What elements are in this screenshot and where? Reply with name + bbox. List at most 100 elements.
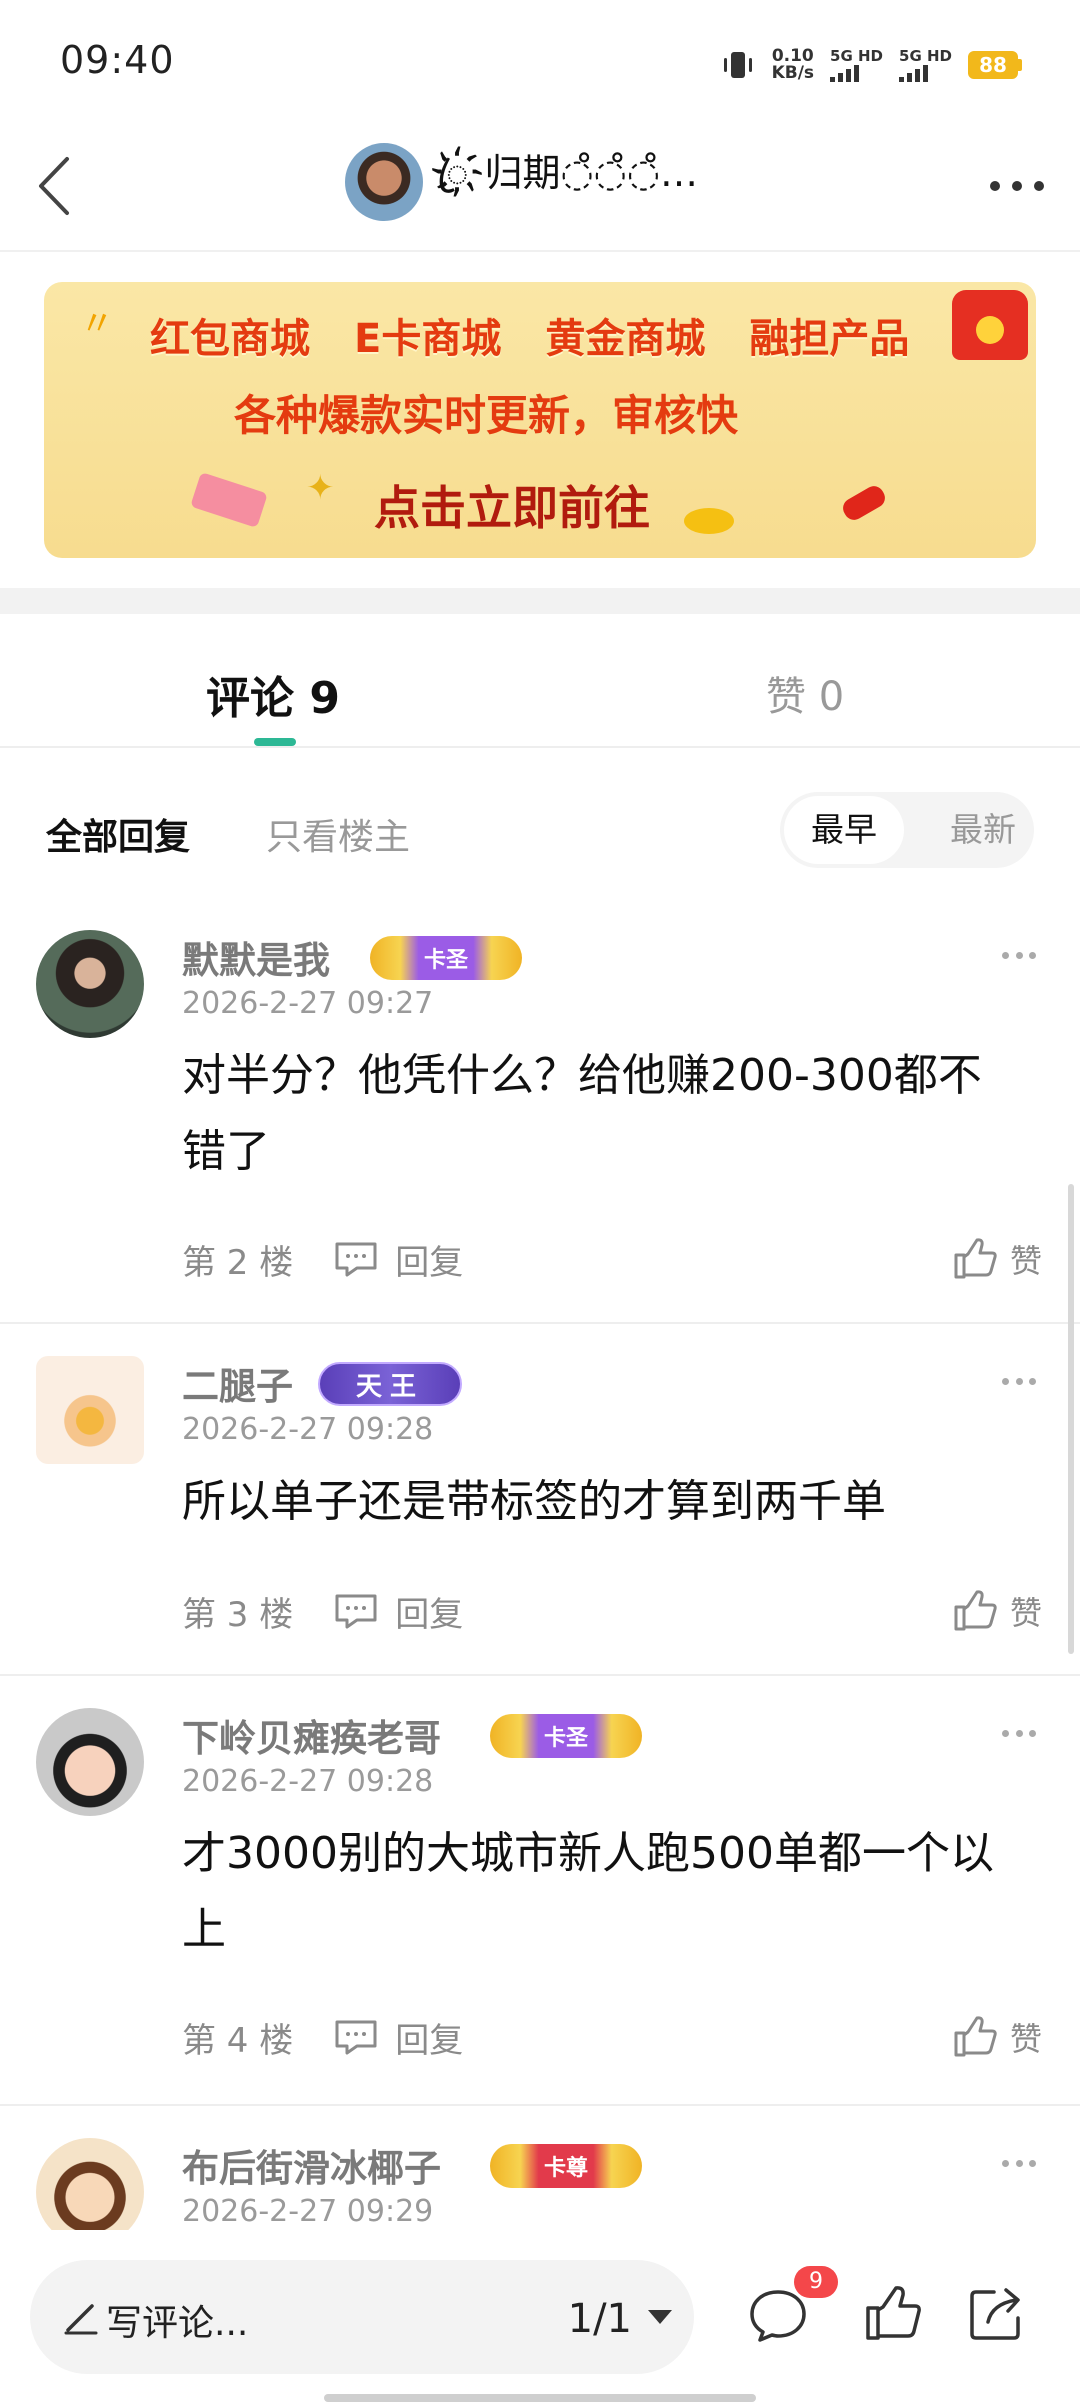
comment-more-button[interactable] — [1002, 2160, 1036, 2167]
comment-time: 2026-2-27 09:28 — [182, 1764, 434, 1799]
reply-button[interactable]: 回复 — [395, 2013, 463, 2062]
comment-more-button[interactable] — [1002, 1378, 1036, 1385]
reply-icon[interactable] — [333, 1240, 379, 1278]
comment-item: 下岭贝瘫痪老哥 卡圣 2026-2-27 09:28 才3000别的大城市新人跑… — [0, 1678, 1080, 2106]
comment-time: 2026-2-27 09:28 — [182, 1412, 434, 1447]
banner-item: 黄金商城 — [545, 316, 706, 362]
home-indicator[interactable] — [324, 2394, 756, 2402]
banner-item: 红包商城 — [150, 316, 310, 362]
floor-number: 第 3 楼 — [182, 1594, 294, 1635]
banner-cta[interactable]: 点击立即前往 — [374, 472, 650, 538]
commenter-name[interactable]: 下岭贝瘫痪老哥 — [182, 1708, 441, 1762]
comment-more-button[interactable] — [1002, 952, 1036, 959]
comment-item: 二腿子 天王 2026-2-27 09:28 所以单子还是带标签的才算到两千单 … — [0, 1326, 1080, 1676]
bottom-action-bar: 写评论... 1/1 9 — [0, 2230, 1080, 2408]
thumbs-up-icon — [954, 2016, 997, 2057]
comment-text: 才3000别的大城市新人跑500单都一个以上 — [182, 1828, 994, 1955]
burst-icon: 〃 — [80, 304, 114, 344]
more-horizontal-icon — [1002, 1730, 1009, 1737]
comment-text: 对半分？他凭什么？给他赚200-300都不错了 — [182, 1050, 982, 1177]
comment-time: 2026-2-27 09:29 — [182, 2194, 434, 2229]
floor-number: 第 4 楼 — [182, 2020, 294, 2061]
section-divider — [0, 588, 1080, 614]
more-horizontal-icon — [1002, 2160, 1009, 2167]
tab-likes[interactable]: 赞 0 — [766, 664, 844, 722]
reply-filter-bar: 全部回复 只看楼主 最早 最新 — [0, 760, 1080, 900]
like-button[interactable]: 赞 — [952, 1586, 1042, 1636]
level-badge: 天王 — [318, 1362, 462, 1406]
more-horizontal-icon — [1002, 952, 1009, 959]
status-time: 09:40 — [60, 38, 175, 82]
sparkle-icon: ✦ — [306, 468, 335, 508]
sort-toggle: 最早 最新 — [780, 792, 1034, 868]
sort-newest[interactable]: 最新 — [950, 796, 1016, 864]
level-badge: 卡圣 — [370, 936, 522, 980]
battery-level: 88 — [968, 51, 1018, 79]
promo-banner[interactable]: 〃 红包商城 E卡商城 黄金商城 融担产品 各种爆款实时更新，审核快 ✦ 点击立… — [44, 282, 1036, 558]
more-options-button[interactable] — [990, 166, 1044, 206]
vibrate-icon — [723, 52, 752, 78]
thumbs-up-icon[interactable] — [860, 2282, 924, 2346]
filter-only-op[interactable]: 只看楼主 — [266, 808, 410, 860]
caret-down-icon[interactable] — [648, 2310, 672, 2324]
back-button[interactable] — [24, 146, 84, 226]
commenter-avatar[interactable] — [36, 1356, 144, 1464]
comment-footer: 第 2 楼 回复 — [182, 1234, 463, 1284]
reply-icon[interactable] — [333, 1592, 379, 1630]
sort-earliest[interactable]: 最早 — [784, 796, 904, 864]
sim1-label: 5G HD — [830, 47, 884, 65]
like-button[interactable]: 赞 — [952, 1234, 1042, 1284]
sim2-label: 5G HD — [899, 47, 952, 65]
thumbs-up-icon — [954, 1238, 997, 1279]
author-info[interactable]: ꦿ҉归期◌̊◌̊◌̊… — [345, 142, 698, 221]
commenter-avatar[interactable] — [36, 930, 144, 1038]
level-badge: 卡尊 — [490, 2144, 642, 2188]
chevron-left-icon — [39, 157, 69, 215]
status-icons: 0.10 KB/s 5G HD 5G HD 88 — [720, 40, 1022, 90]
pen-icon — [64, 2304, 98, 2335]
comment-footer: 第 3 楼 回复 — [182, 1586, 463, 1636]
thumbs-up-icon — [954, 1590, 997, 1631]
commenter-name[interactable]: 二腿子 — [182, 1356, 293, 1410]
compose-placeholder: 写评论... — [106, 2303, 249, 2344]
banner-item: 融担产品 — [749, 316, 910, 362]
network-speed: 0.10 KB/s — [772, 48, 814, 82]
commenter-avatar[interactable] — [36, 2138, 144, 2230]
comment-item: 布后街滑冰椰子 卡尊 2026-2-27 09:29 — [0, 2108, 1080, 2230]
more-horizontal-icon — [1002, 1378, 1009, 1385]
level-badge: 卡圣 — [490, 1714, 642, 1758]
network-speed-unit: KB/s — [771, 63, 815, 83]
top-nav-bar: ꦿ҉归期◌̊◌̊◌̊… — [0, 120, 1080, 252]
banner-item: E卡商城 — [354, 316, 502, 362]
banner-categories: 红包商城 E卡商城 黄金商城 融担产品 — [150, 306, 909, 364]
scrollbar[interactable] — [1068, 1184, 1074, 1654]
red-envelope-icon — [952, 290, 1028, 360]
commenter-avatar[interactable] — [36, 1708, 144, 1816]
author-avatar[interactable] — [345, 142, 423, 221]
tab-bar: 评论 9 赞 0 — [0, 614, 1080, 748]
signal-icon-sim1: 5G HD — [830, 48, 883, 82]
reply-button[interactable]: 回复 — [395, 1587, 463, 1636]
tab-comments[interactable]: 评论 9 — [206, 662, 340, 726]
page-indicator[interactable]: 1/1 — [568, 2296, 632, 2342]
battery-icon: 88 — [968, 51, 1022, 79]
comment-text: 所以单子还是带标签的才算到两千单 — [182, 1476, 886, 1527]
comment-compose-field[interactable]: 写评论... 1/1 — [30, 2260, 694, 2374]
share-icon[interactable] — [964, 2282, 1028, 2346]
reply-button[interactable]: 回复 — [395, 1235, 463, 1284]
commenter-name[interactable]: 布后街滑冰椰子 — [182, 2138, 441, 2192]
author-name[interactable]: ꦿ҉归期◌̊◌̊◌̊… — [437, 142, 698, 221]
comment-count-badge: 9 — [794, 2266, 838, 2298]
like-button[interactable]: 赞 — [952, 2012, 1042, 2062]
filter-all-replies[interactable]: 全部回复 — [46, 808, 190, 860]
comment-item: 默默是我 卡圣 2026-2-27 09:27 对半分？他凭什么？给他赚200-… — [0, 900, 1080, 1324]
like-label: 赞 — [1009, 1594, 1042, 1632]
comment-time: 2026-2-27 09:27 — [182, 986, 434, 1021]
reply-icon[interactable] — [333, 2018, 379, 2056]
signal-icon-sim2: 5G HD — [899, 48, 952, 82]
coin-icon — [684, 508, 734, 534]
paper-decoration-icon — [190, 472, 268, 528]
commenter-name[interactable]: 默默是我 — [182, 930, 330, 984]
comment-more-button[interactable] — [1002, 1730, 1036, 1737]
banner-tagline: 各种爆款实时更新，审核快 — [234, 391, 739, 440]
